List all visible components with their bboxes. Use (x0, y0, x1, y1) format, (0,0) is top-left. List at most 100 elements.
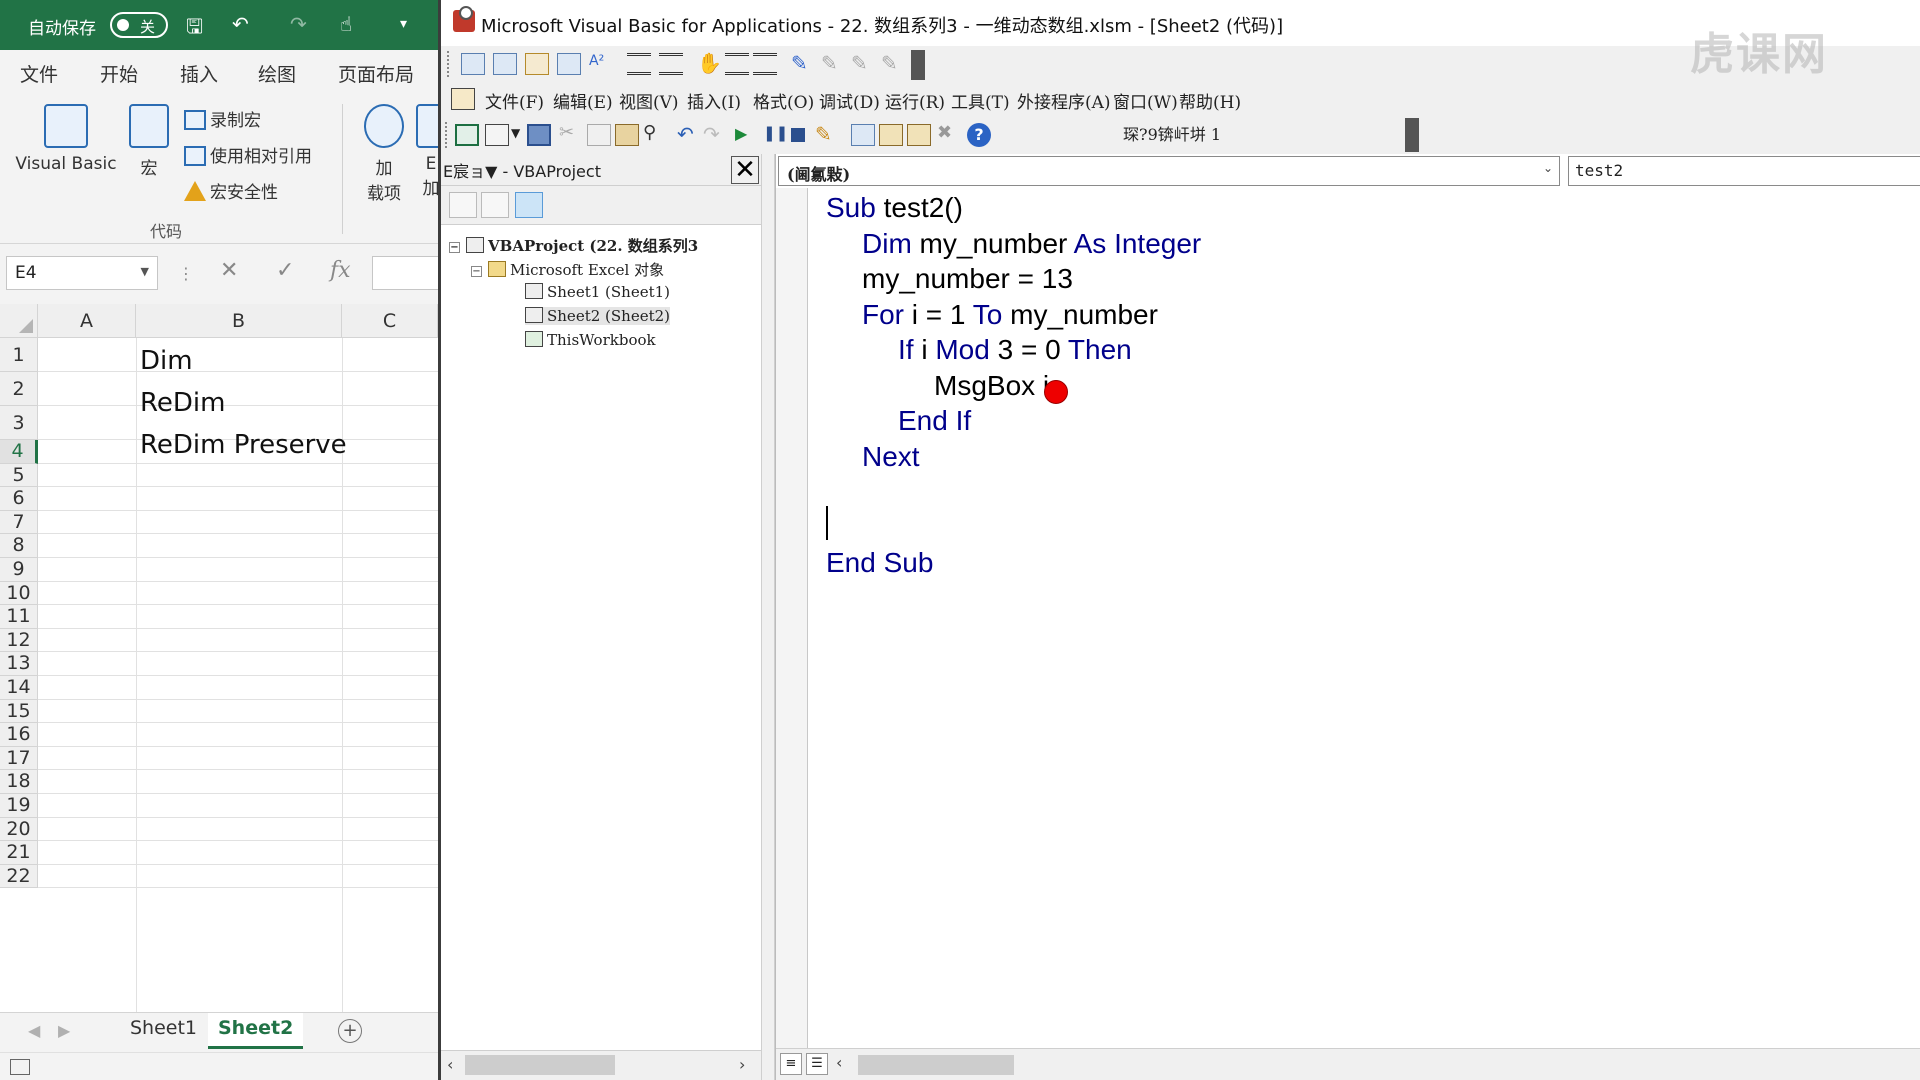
find-icon[interactable]: ⚲ (643, 122, 667, 144)
row-header-6[interactable]: 6 (0, 487, 38, 511)
collapse-icon[interactable]: − (449, 242, 460, 253)
row-header-5[interactable]: 5 (0, 463, 38, 488)
save-icon[interactable]: 🖫 (186, 12, 203, 46)
excel-addins-button[interactable]: E 加 (416, 104, 438, 199)
view-code-button[interactable] (449, 192, 477, 218)
code-line[interactable]: For i = 1 To my_number (862, 297, 1158, 332)
add-sheet-button[interactable]: + (338, 1019, 362, 1043)
undo-icon[interactable]: ↶ (677, 122, 701, 146)
menu-run[interactable]: 运行(R) (885, 88, 945, 113)
scroll-left-icon[interactable]: ‹ (447, 1055, 453, 1074)
row-header-1[interactable]: 1 (0, 338, 38, 372)
scroll-right-icon[interactable]: › (739, 1055, 745, 1074)
macros-button[interactable]: 宏 (126, 104, 172, 179)
grid-row[interactable] (38, 487, 438, 511)
complete-word-icon[interactable]: A² (589, 53, 613, 75)
grid-row[interactable] (38, 511, 438, 535)
prev-sheet-icon[interactable]: ◀ (28, 1021, 40, 1040)
grid-row[interactable] (38, 818, 438, 842)
grid-row[interactable] (38, 770, 438, 794)
scroll-left-icon[interactable]: ‹ (836, 1053, 842, 1072)
column-header-b[interactable]: B (136, 304, 342, 338)
touch-mode-icon[interactable]: ☝ (340, 12, 352, 36)
row-header-20[interactable]: 20 (0, 817, 38, 842)
code-line[interactable]: MsgBox i (934, 368, 1049, 403)
previous-bookmark-icon[interactable]: ✎ (851, 51, 875, 75)
row-header-2[interactable]: 2 (0, 372, 38, 406)
select-all-button[interactable] (0, 304, 38, 338)
code-line[interactable]: End Sub (826, 545, 933, 580)
grid-row[interactable] (38, 534, 438, 558)
toolbar-options-icon[interactable] (911, 50, 925, 80)
sheet-tab-sheet2[interactable]: Sheet2 (208, 1013, 304, 1049)
list-constants-icon[interactable] (493, 53, 517, 75)
tree-item-sheet1[interactable]: Sheet1 (Sheet1) (525, 283, 670, 301)
code-hscrollbar[interactable]: ≡ ☰ ‹ (776, 1048, 1920, 1080)
tree-folder[interactable]: − Microsoft Excel 对象 (471, 259, 664, 280)
row-header-19[interactable]: 19 (0, 794, 38, 818)
view-object-button[interactable] (481, 192, 509, 218)
menu-format[interactable]: 格式(O) (753, 88, 814, 113)
grid-row[interactable] (38, 794, 438, 818)
code-line[interactable]: End If (898, 403, 971, 438)
row-header-18[interactable]: 18 (0, 770, 38, 794)
code-line[interactable]: Next (862, 439, 920, 474)
formula-input[interactable] (372, 256, 438, 290)
grid-row[interactable] (38, 629, 438, 653)
list-properties-icon[interactable] (461, 53, 485, 75)
autosave-toggle[interactable]: 关 (110, 12, 168, 38)
project-explorer-icon[interactable] (851, 124, 875, 146)
code-line[interactable]: Dim my_number As Integer (862, 226, 1201, 261)
menu-edit[interactable]: 编辑(E) (553, 88, 613, 113)
menu-view[interactable]: 视图(V) (619, 88, 679, 113)
cell-b1[interactable]: Dim (140, 346, 193, 376)
chevron-down-icon[interactable]: ⌄ (1543, 161, 1553, 175)
customize-qat-icon[interactable]: ▾ (400, 16, 407, 32)
toggle-breakpoint-icon[interactable]: ✋ (697, 51, 722, 75)
menu-file[interactable]: 文件(F) (485, 88, 544, 113)
grid-row[interactable] (38, 723, 438, 747)
row-header-13[interactable]: 13 (0, 652, 38, 676)
worksheet-grid[interactable]: A B C 1 2 3 4 5 6 7 8 9 10 11 12 13 14 15 16 17 18 19 20 21 2… (0, 304, 438, 1012)
indent-icon[interactable] (627, 53, 651, 75)
grid-row[interactable] (38, 372, 438, 406)
cell-b2[interactable]: ReDim (140, 388, 225, 418)
tree-item-thisworkbook[interactable]: ThisWorkbook (525, 331, 656, 349)
toggle-bookmark-icon[interactable]: ✎ (791, 51, 815, 75)
visual-basic-button[interactable]: Visual Basic (12, 104, 120, 174)
code-line[interactable]: my_number = 13 (862, 261, 1073, 296)
grid-row[interactable] (38, 582, 438, 606)
reset-icon[interactable] (791, 128, 805, 142)
next-bookmark-icon[interactable]: ✎ (821, 51, 845, 75)
code-line[interactable]: Sub test2() (826, 190, 963, 225)
tree-root[interactable]: − VBAProject (22. 数组系列3 (449, 235, 698, 256)
tab-insert[interactable]: 插入 (180, 60, 218, 87)
break-icon[interactable]: ❚❚ (763, 124, 788, 146)
toggle-folders-button[interactable] (515, 192, 543, 218)
row-header-8[interactable]: 8 (0, 534, 38, 558)
column-header-a[interactable]: A (38, 304, 136, 338)
row-header-7[interactable]: 7 (0, 510, 38, 535)
collapse-icon[interactable]: − (471, 266, 482, 277)
excel-view-icon[interactable] (451, 88, 475, 110)
run-icon[interactable]: ▶ (735, 124, 759, 146)
procedure-dropdown[interactable]: test2 (1568, 156, 1920, 186)
record-macro-button[interactable]: 录制宏 (184, 106, 261, 131)
redo-icon[interactable]: ↷ (703, 122, 727, 146)
row-header-22[interactable]: 22 (0, 864, 38, 889)
tree-item-sheet2[interactable]: Sheet2 (Sheet2) (525, 307, 670, 325)
row-header-12[interactable]: 12 (0, 628, 38, 653)
grid-row[interactable] (38, 338, 438, 372)
object-browser-icon[interactable] (907, 124, 931, 146)
toolbar-options-icon[interactable] (1405, 118, 1419, 152)
grid-row[interactable] (38, 676, 438, 700)
grid-row[interactable] (38, 747, 438, 771)
scroll-thumb[interactable] (858, 1055, 1014, 1075)
insert-userform-icon[interactable] (485, 124, 509, 146)
properties-window-icon[interactable] (879, 124, 903, 146)
undo-icon[interactable]: ↶ (232, 12, 249, 36)
grid-row[interactable] (38, 841, 438, 865)
grid-row[interactable] (38, 865, 438, 889)
menu-addins[interactable]: 外接程序(A) (1017, 88, 1111, 113)
row-header-10[interactable]: 10 (0, 581, 38, 606)
